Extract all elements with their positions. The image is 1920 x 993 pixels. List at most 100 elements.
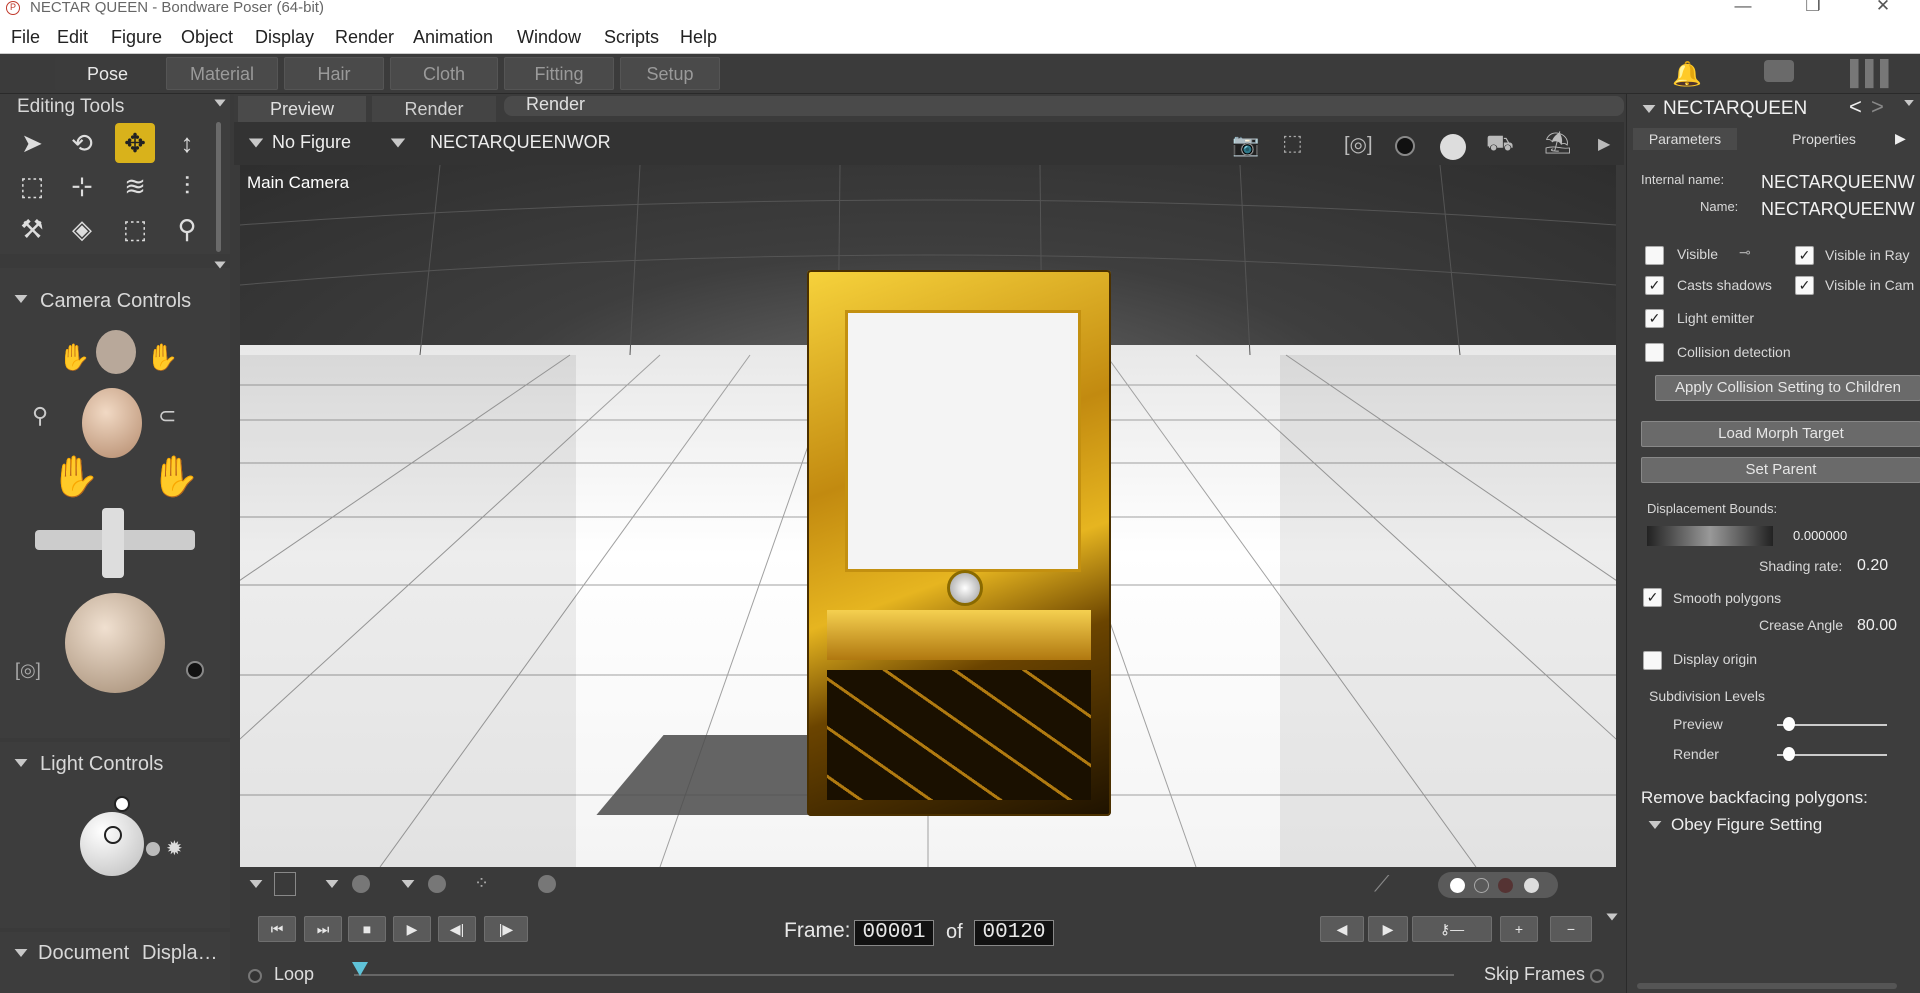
sphere-icon[interactable] xyxy=(1395,136,1415,156)
frame-total-input[interactable]: 00120 xyxy=(974,920,1054,946)
step-back-button[interactable]: ◀| xyxy=(438,916,476,942)
remove-key-button[interactable]: − xyxy=(1550,916,1592,942)
menu-animation[interactable]: Animation xyxy=(413,27,493,48)
camera-flyaround-icon[interactable]: [◎] xyxy=(15,660,41,681)
tab-preview[interactable]: Preview xyxy=(238,96,366,122)
dots-icon[interactable]: ⁘ xyxy=(474,873,489,894)
light-emitter-checkbox[interactable]: ✓ xyxy=(1645,309,1664,328)
scale-hand-left-icon[interactable]: ✋ xyxy=(50,453,100,500)
color-icon[interactable]: ◈ xyxy=(62,209,102,249)
collapse-icon[interactable] xyxy=(14,949,28,957)
panel-menu-icon[interactable] xyxy=(214,261,226,269)
panel-menu-icon[interactable] xyxy=(1606,913,1618,921)
display-origin-checkbox[interactable] xyxy=(1643,651,1662,670)
backfacing-dropdown[interactable]: Obey Figure Setting xyxy=(1671,815,1822,835)
document-style-menu-icon[interactable] xyxy=(325,880,339,888)
element-sphere-icon[interactable] xyxy=(538,875,556,893)
shading-rate-value[interactable]: 0.20 xyxy=(1857,557,1888,575)
camera-dashed-icon[interactable]: ⬚ xyxy=(1282,130,1303,156)
panel-menu-icon[interactable] xyxy=(214,99,226,107)
figure-menu-icon[interactable] xyxy=(248,138,264,148)
light-indicator-icon[interactable] xyxy=(114,796,130,812)
light-indicator-icon[interactable] xyxy=(146,842,160,856)
move-y-icon[interactable] xyxy=(102,508,124,578)
direct-manipulation-icon[interactable]: ⚒ xyxy=(12,209,52,249)
menu-object[interactable]: Object xyxy=(181,27,233,48)
ground-camera-icon[interactable]: ⛟ xyxy=(1486,130,1514,159)
translate-icon[interactable]: ✥ xyxy=(115,123,155,163)
menu-file[interactable]: File xyxy=(11,27,40,48)
chain-break-icon[interactable]: ≋ xyxy=(115,166,155,206)
figure-menu[interactable]: No Figure xyxy=(272,132,351,153)
sun-icon[interactable]: ✹ xyxy=(166,836,183,861)
scale-hand-right-icon[interactable]: ✋ xyxy=(150,453,200,500)
go-to-end-button[interactable]: ⏭ xyxy=(304,916,342,942)
collapse-icon[interactable] xyxy=(14,759,28,767)
scale-icon[interactable]: ⬚ xyxy=(12,166,52,206)
close-button[interactable]: ✕ xyxy=(1868,0,1898,16)
set-parent-button[interactable]: Set Parent xyxy=(1641,457,1920,483)
display-style-menu-icon[interactable] xyxy=(249,880,263,888)
add-key-button[interactable]: + xyxy=(1500,916,1538,942)
crease-angle-value[interactable]: 80.00 xyxy=(1857,617,1897,635)
casts-shadows-checkbox[interactable]: ✓ xyxy=(1645,276,1664,295)
white-dot-icon[interactable] xyxy=(1524,878,1539,893)
previous-actor-icon[interactable]: < xyxy=(1849,94,1862,120)
tab-setup[interactable]: Setup xyxy=(620,57,720,90)
menu-display[interactable]: Display xyxy=(255,27,314,48)
tab-scroll-icon[interactable]: ▶ xyxy=(1895,130,1906,147)
rotate-icon[interactable]: ⟲ xyxy=(62,123,102,163)
select-icon[interactable]: ➤ xyxy=(12,123,52,163)
minimize-button[interactable]: — xyxy=(1728,0,1758,16)
actor-menu[interactable]: NECTARQUEENWOR xyxy=(430,132,611,153)
smooth-polygons-checkbox[interactable]: ✓ xyxy=(1643,588,1662,607)
camera-target-icon[interactable]: [◎] xyxy=(1344,132,1373,157)
camera-icon[interactable]: 📷 xyxy=(1232,132,1259,158)
load-morph-target-button[interactable]: Load Morph Target xyxy=(1641,421,1920,447)
panel-menu-icon[interactable] xyxy=(1904,100,1914,106)
visible-checkbox[interactable] xyxy=(1645,246,1664,265)
nectar-queen-card[interactable] xyxy=(807,270,1111,816)
name-field[interactable]: NECTARQUEENW xyxy=(1761,199,1920,220)
library-icon[interactable]: ▌▌▌ xyxy=(1850,60,1897,88)
play-button[interactable]: ▶ xyxy=(393,916,431,942)
bell-icon[interactable]: 🔔 xyxy=(1672,60,1702,89)
light-dot-icon[interactable] xyxy=(1450,878,1465,893)
displacement-dial[interactable] xyxy=(1647,526,1773,546)
tab-pose[interactable]: Pose xyxy=(55,57,160,90)
slider-thumb[interactable] xyxy=(1783,717,1795,731)
taper-icon[interactable]: ⊹ xyxy=(62,166,102,206)
dropdown-icon[interactable] xyxy=(1648,821,1662,829)
dark-dot-icon[interactable] xyxy=(1498,878,1513,893)
menu-figure[interactable]: Figure xyxy=(111,27,162,48)
shaded-sphere-icon[interactable] xyxy=(352,875,370,893)
chat-icon[interactable] xyxy=(1764,60,1794,82)
collapse-icon[interactable] xyxy=(14,295,28,303)
timeline-track[interactable] xyxy=(354,974,1454,976)
visible-in-ray-checkbox[interactable]: ✓ xyxy=(1795,246,1814,265)
video-camera-icon[interactable]: ⛱ xyxy=(1544,130,1572,156)
move-x-icon[interactable]: ⚲ xyxy=(32,403,48,429)
next-key-button[interactable]: ▶ xyxy=(1368,916,1408,942)
visible-in-cam-checkbox[interactable]: ✓ xyxy=(1795,276,1814,295)
left-hand-camera-icon[interactable]: ✋ xyxy=(58,342,90,373)
figure-sphere-icon[interactable] xyxy=(428,875,446,893)
light-indicator-icon[interactable] xyxy=(104,826,122,844)
menu-help[interactable]: Help xyxy=(680,27,717,48)
camera-sphere-icon[interactable] xyxy=(186,661,204,679)
collision-checkbox[interactable] xyxy=(1645,343,1664,362)
skip-frames-radio[interactable] xyxy=(1590,969,1604,983)
apply-collision-button[interactable]: Apply Collision Setting to Children xyxy=(1655,375,1920,401)
tab-parameters[interactable]: Parameters xyxy=(1633,128,1737,150)
move-z-icon[interactable]: ⊂ xyxy=(158,403,176,429)
loop-radio[interactable] xyxy=(248,969,262,983)
slider-thumb[interactable] xyxy=(1783,747,1795,761)
collapse-icon[interactable] xyxy=(1642,105,1656,113)
menu-scripts[interactable]: Scripts xyxy=(604,27,659,48)
lighting-icon[interactable] xyxy=(1440,134,1466,160)
ruler-icon[interactable]: ⟋ xyxy=(1374,871,1389,897)
frame-input[interactable]: 00001 xyxy=(854,920,934,946)
actor-menu-icon[interactable] xyxy=(390,138,406,148)
displacement-value[interactable]: 0.000000 xyxy=(1793,528,1847,543)
box-display-icon[interactable] xyxy=(274,872,296,896)
